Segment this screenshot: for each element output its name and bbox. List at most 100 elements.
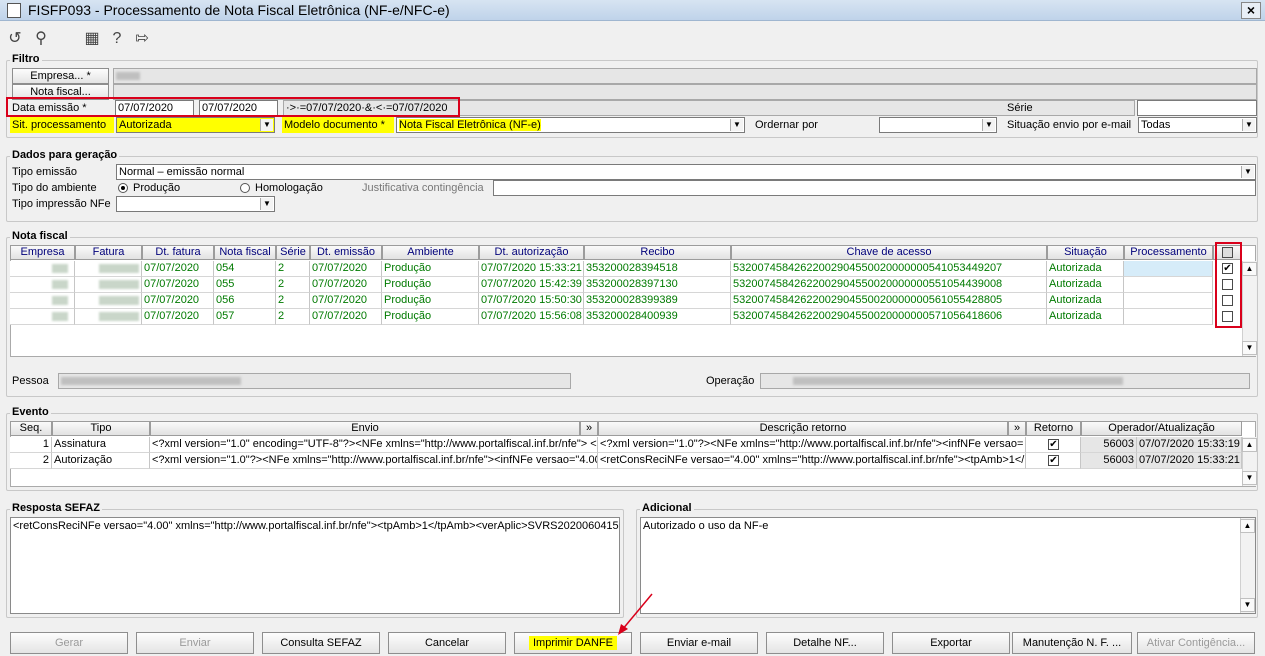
ev-cell-retorno-check[interactable]: ✔ <box>1026 437 1081 453</box>
resposta-textarea[interactable]: <retConsReciNFe versao="4.00" xmlns="htt… <box>10 517 620 614</box>
nf-cell[interactable] <box>10 309 75 325</box>
nf-cell[interactable]: 07/07/2020 <box>310 261 382 277</box>
nf-cell[interactable] <box>75 277 142 293</box>
tipo-impressao-select[interactable]: ▼ <box>116 196 275 212</box>
retorno-checkbox[interactable]: ✔ <box>1048 439 1059 450</box>
col-serie[interactable]: Série <box>276 245 310 260</box>
enviar-button[interactable]: Enviar <box>136 632 254 654</box>
close-button[interactable]: × <box>1241 2 1261 19</box>
help-icon[interactable]: ? <box>107 29 127 49</box>
nf-cell[interactable] <box>10 261 75 277</box>
ativar-contingencia-button[interactable]: Ativar Contigência... <box>1137 632 1255 654</box>
scroll-up-icon[interactable]: ▲ <box>1240 519 1255 533</box>
nf-cell[interactable]: 07/07/2020 <box>142 293 214 309</box>
col-dt-fatura[interactable]: Dt. fatura <box>142 245 214 260</box>
nf-cell[interactable] <box>1124 293 1213 309</box>
nf-cell[interactable] <box>10 277 75 293</box>
retorno-checkbox[interactable]: ✔ <box>1048 455 1059 466</box>
nf-cell[interactable]: 07/07/2020 <box>310 309 382 325</box>
ev-cell-envio[interactable]: <?xml version="1.0"?><NFe xmlns="http://… <box>150 453 598 469</box>
col-chave-acesso[interactable]: Chave de acesso <box>731 245 1047 260</box>
scroll-down-icon[interactable]: ▼ <box>1242 341 1257 355</box>
ordenar-select[interactable]: ▼ <box>879 117 997 133</box>
scroll-down-icon[interactable]: ▼ <box>1240 598 1255 612</box>
empresa-button[interactable]: Empresa... * <box>12 68 109 84</box>
detalhe-nf-button[interactable]: Detalhe NF... <box>766 632 884 654</box>
nf-cell[interactable]: 2 <box>276 293 310 309</box>
radio-producao[interactable] <box>118 183 128 193</box>
nf-cell[interactable] <box>75 293 142 309</box>
ev-col-retorno-desc[interactable]: Descrição retorno <box>598 421 1008 436</box>
nf-cell[interactable]: 054 <box>214 261 276 277</box>
ev-col-retorno[interactable]: Retorno <box>1026 421 1081 436</box>
exportar-button[interactable]: Exportar <box>892 632 1010 654</box>
col-recibo[interactable]: Recibo <box>584 245 731 260</box>
nf-cell[interactable]: Produção <box>382 309 479 325</box>
ev-col-envio[interactable]: Envio <box>150 421 580 436</box>
modelo-documento-select[interactable]: Nota Fiscal Eletrônica (NF-e) ▼ <box>396 117 745 133</box>
tipo-emissao-select[interactable]: Normal – emissão normal ▼ <box>116 164 1256 180</box>
nf-cell[interactable] <box>1124 261 1213 277</box>
justificativa-input[interactable] <box>493 180 1256 196</box>
ev-col-tipo[interactable]: Tipo <box>52 421 150 436</box>
col-fatura[interactable]: Fatura <box>75 245 142 260</box>
col-ambiente[interactable]: Ambiente <box>382 245 479 260</box>
nf-cell[interactable] <box>1124 277 1213 293</box>
nf-cell[interactable]: 07/07/2020 15:56:08 <box>479 309 584 325</box>
nf-cell[interactable]: Produção <box>382 293 479 309</box>
col-dt-autorizacao[interactable]: Dt. autorização <box>479 245 584 260</box>
scroll-down-icon[interactable]: ▼ <box>1242 471 1257 485</box>
chevron-down-icon[interactable]: ▼ <box>260 119 273 131</box>
cancelar-button[interactable]: Cancelar <box>388 632 506 654</box>
nf-cell[interactable]: 353200028394518 <box>584 261 731 277</box>
col-situacao[interactable]: Situação <box>1047 245 1124 260</box>
manutencao-button[interactable]: Manutenção N. F. ... <box>1012 632 1132 654</box>
nf-cell[interactable]: 07/07/2020 15:42:39 <box>479 277 584 293</box>
empresa-field[interactable] <box>113 68 1257 84</box>
nf-cell[interactable]: 2 <box>276 309 310 325</box>
nf-cell[interactable]: 353200028399389 <box>584 293 731 309</box>
ev-cell-seq[interactable]: 2 <box>10 453 52 469</box>
ev-expand-envio-button[interactable]: » <box>580 421 598 436</box>
col-processamento[interactable]: Processamento <box>1124 245 1213 260</box>
situacao-email-select[interactable]: Todas ▼ <box>1138 117 1257 133</box>
nf-cell[interactable]: 5320074584262200290455002000000054105344… <box>731 261 1047 277</box>
ev-cell-retorno-check[interactable]: ✔ <box>1026 453 1081 469</box>
col-nota-fiscal[interactable]: Nota fiscal <box>214 245 276 260</box>
nf-cell[interactable]: 07/07/2020 <box>142 277 214 293</box>
ev-cell-retorno[interactable]: <?xml version="1.0"?><NFe xmlns="http://… <box>598 437 1026 453</box>
ev-cell-tipo[interactable]: Assinatura <box>52 437 150 453</box>
col-dt-emissao[interactable]: Dt. emissão <box>310 245 382 260</box>
exit-icon[interactable]: ⇰ <box>132 29 152 49</box>
ev-expand-retorno-button[interactable]: » <box>1008 421 1026 436</box>
ev-col-operador[interactable]: Operador/Atualização <box>1081 421 1242 436</box>
col-empresa[interactable]: Empresa <box>10 245 75 260</box>
serie-input[interactable] <box>1137 100 1257 116</box>
search-icon[interactable]: ⚲ <box>31 29 51 49</box>
nf-cell[interactable]: 07/07/2020 <box>142 261 214 277</box>
chevron-down-icon[interactable]: ▼ <box>730 119 743 131</box>
nf-cell[interactable]: 07/07/2020 15:33:21 <box>479 261 584 277</box>
nf-cell[interactable]: 07/07/2020 <box>310 293 382 309</box>
sit-processamento-select[interactable]: Autorizada ▼ <box>116 117 275 133</box>
ev-cell-envio[interactable]: <?xml version="1.0" encoding="UTF-8"?><N… <box>150 437 598 453</box>
nf-cell[interactable]: Produção <box>382 277 479 293</box>
nf-cell[interactable]: Autorizada <box>1047 277 1124 293</box>
nf-cell[interactable]: Autorizada <box>1047 293 1124 309</box>
nf-cell[interactable]: Produção <box>382 261 479 277</box>
nf-cell[interactable]: 5320074584262200290455002000000057105641… <box>731 309 1047 325</box>
adicional-textarea[interactable]: Autorizado o uso da NF-e <box>640 517 1256 614</box>
chevron-down-icon[interactable]: ▼ <box>1241 166 1254 178</box>
consulta-sefaz-button[interactable]: Consulta SEFAZ <box>262 632 380 654</box>
nf-cell[interactable]: 055 <box>214 277 276 293</box>
ev-cell-tipo[interactable]: Autorização <box>52 453 150 469</box>
chevron-down-icon[interactable]: ▼ <box>260 198 273 210</box>
nf-cell[interactable]: 2 <box>276 261 310 277</box>
nf-cell[interactable] <box>10 293 75 309</box>
scroll-up-icon[interactable]: ▲ <box>1242 438 1257 452</box>
nf-cell[interactable] <box>75 309 142 325</box>
nf-cell[interactable]: 353200028397130 <box>584 277 731 293</box>
ev-cell-retorno[interactable]: <retConsReciNFe versao="4.00" xmlns="htt… <box>598 453 1026 469</box>
nf-cell[interactable]: 057 <box>214 309 276 325</box>
nf-cell[interactable]: 07/07/2020 <box>142 309 214 325</box>
